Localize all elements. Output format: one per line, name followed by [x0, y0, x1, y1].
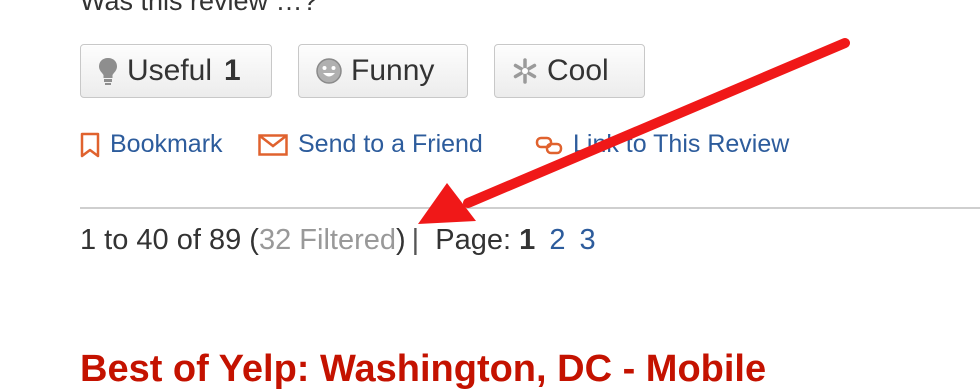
- section-heading[interactable]: Best of Yelp: Washington, DC - Mobile: [80, 348, 766, 391]
- page-3-link[interactable]: 3: [580, 224, 596, 256]
- funny-button[interactable]: Funny: [298, 44, 468, 98]
- useful-button[interactable]: Useful 1: [80, 44, 272, 98]
- useful-label: Useful: [127, 54, 213, 87]
- pagination: 1 to 40 of 89 (32 Filtered) | Page: 1 2 3: [80, 224, 596, 257]
- link-review-label: Link to This Review: [573, 130, 790, 158]
- bookmark-link[interactable]: Bookmark: [80, 130, 223, 159]
- snowflake-icon: [513, 58, 537, 84]
- current-page: 1: [519, 224, 536, 256]
- envelope-icon: [258, 133, 288, 156]
- bookmark-label: Bookmark: [110, 130, 223, 158]
- bookmark-icon: [80, 132, 100, 157]
- range-close: ): [395, 224, 406, 256]
- smiley-icon: [316, 58, 342, 84]
- lightbulb-icon: [99, 58, 117, 85]
- review-question: Was this review …?: [80, 0, 318, 16]
- funny-label: Funny: [351, 54, 435, 87]
- divider: [80, 207, 980, 209]
- chain-link-icon: [535, 136, 563, 154]
- send-label: Send to a Friend: [298, 130, 483, 158]
- result-range: 1 to 40 of 89 (: [80, 224, 259, 256]
- useful-count: 1: [224, 54, 241, 87]
- filtered-count[interactable]: 32 Filtered: [259, 224, 396, 256]
- page-label: Page:: [435, 224, 512, 256]
- page-2-link[interactable]: 2: [549, 224, 565, 256]
- link-to-review-link[interactable]: Link to This Review: [535, 130, 789, 159]
- cool-button[interactable]: Cool: [494, 44, 645, 98]
- pager-separator: |: [411, 224, 420, 256]
- send-to-friend-link[interactable]: Send to a Friend: [258, 130, 483, 159]
- cool-label: Cool: [547, 54, 609, 87]
